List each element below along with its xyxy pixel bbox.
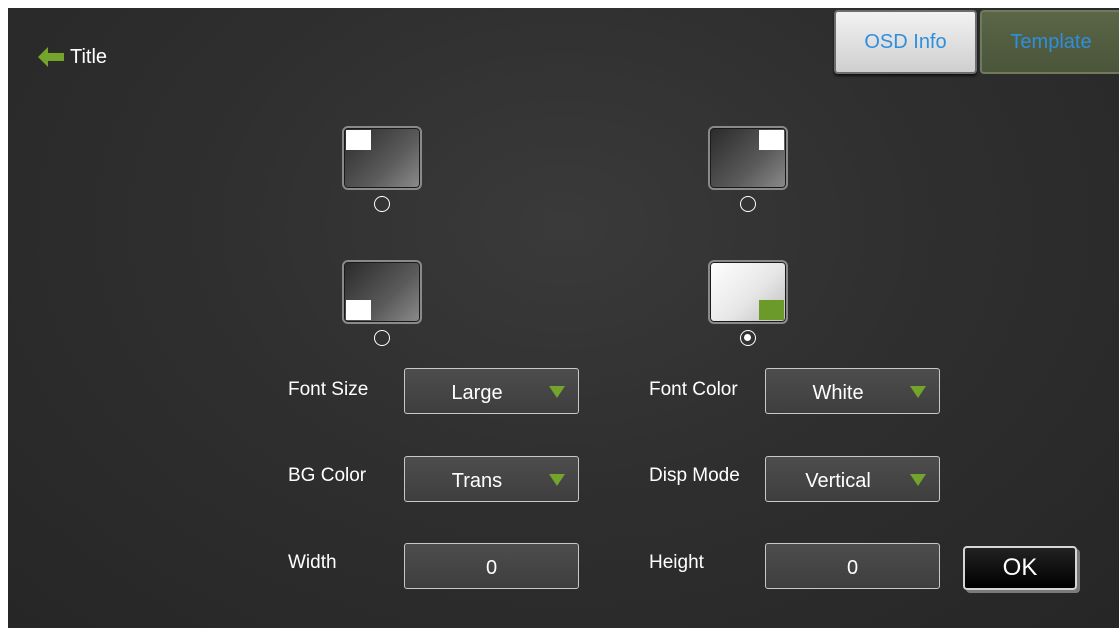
dropdown-arrow-icon xyxy=(549,474,565,486)
osd-marker xyxy=(346,300,371,320)
bg-color-value: Trans xyxy=(451,470,503,492)
disp-mode-dropdown[interactable]: Vertical xyxy=(765,456,940,502)
bg-color-label: BG Color xyxy=(288,465,367,486)
position-option-bottom-left xyxy=(342,260,422,346)
font-size-value: Large xyxy=(451,382,503,404)
back-button[interactable]: Title xyxy=(36,44,107,70)
disp-mode-label: Disp Mode xyxy=(649,465,740,486)
position-option-top-right xyxy=(708,126,788,212)
font-color-label: Font Color xyxy=(649,379,738,400)
position-radio-bottom-right[interactable] xyxy=(740,330,756,346)
position-thumbnail-top-right[interactable] xyxy=(708,126,788,190)
height-input[interactable]: 0 xyxy=(765,543,940,589)
page-title: Title xyxy=(70,45,108,68)
disp-mode-value: Vertical xyxy=(805,470,871,492)
osd-marker xyxy=(759,300,784,320)
arrow-left-icon xyxy=(38,47,64,67)
osd-marker xyxy=(346,130,371,150)
position-option-bottom-right xyxy=(708,260,788,346)
position-radio-top-left[interactable] xyxy=(374,196,390,212)
tab-osd-info[interactable]: OSD Info xyxy=(834,10,977,74)
height-value: 0 xyxy=(846,557,859,579)
height-label: Height xyxy=(649,552,704,573)
font-size-label: Font Size xyxy=(288,379,369,400)
position-thumbnail-top-left[interactable] xyxy=(342,126,422,190)
width-input[interactable]: 0 xyxy=(404,543,579,589)
font-color-dropdown[interactable]: White xyxy=(765,368,940,414)
osd-marker xyxy=(759,130,784,150)
dropdown-arrow-icon xyxy=(549,386,565,398)
dropdown-arrow-icon xyxy=(910,474,926,486)
position-radio-top-right[interactable] xyxy=(740,196,756,212)
bg-color-dropdown[interactable]: Trans xyxy=(404,456,579,502)
font-color-value: White xyxy=(812,382,864,404)
position-thumbnail-bottom-left[interactable] xyxy=(342,260,422,324)
position-thumbnail-bottom-right[interactable] xyxy=(708,260,788,324)
tab-template[interactable]: Template xyxy=(980,10,1119,74)
position-option-top-left xyxy=(342,126,422,212)
ok-button[interactable]: OK xyxy=(963,546,1077,590)
osd-settings-screen: Title OSD Info Template Font Size Large … xyxy=(8,8,1119,628)
width-label: Width xyxy=(288,552,337,573)
width-value: 0 xyxy=(485,557,498,579)
position-radio-bottom-left[interactable] xyxy=(374,330,390,346)
dropdown-arrow-icon xyxy=(910,386,926,398)
font-size-dropdown[interactable]: Large xyxy=(404,368,579,414)
